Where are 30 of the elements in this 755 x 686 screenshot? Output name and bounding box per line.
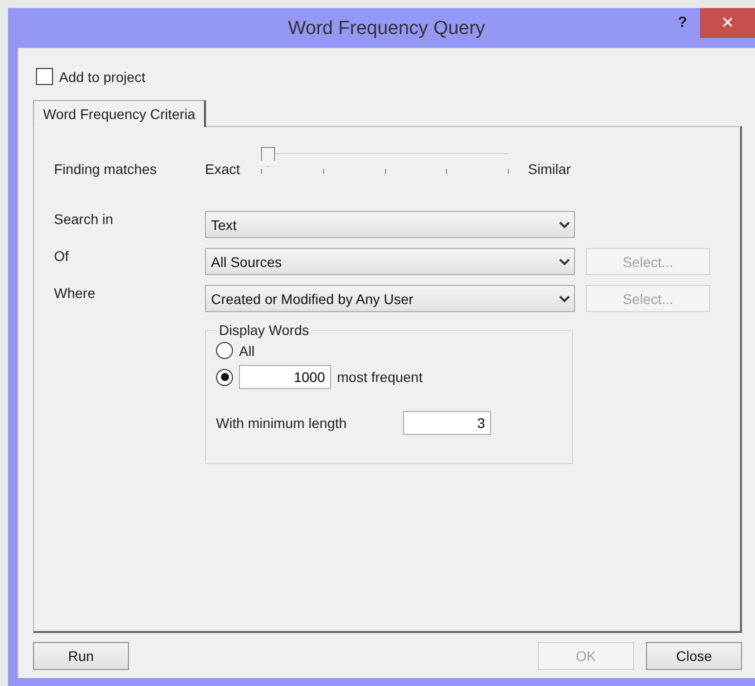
slider-max-label: Similar xyxy=(528,161,571,177)
radio-button[interactable] xyxy=(216,368,233,386)
tab[interactable]: Word Frequency Criteria xyxy=(33,100,206,127)
dropdown[interactable]: All Sources xyxy=(205,248,575,275)
slider-track[interactable] xyxy=(261,147,508,177)
option-label: All xyxy=(239,342,255,358)
group-title: Display Words xyxy=(218,322,310,338)
checkbox-label: Add to project xyxy=(59,68,146,84)
window-title: Word Frequency Query xyxy=(288,18,486,40)
dialog-button[interactable]: Close xyxy=(646,642,742,670)
min-length-input[interactable]: 3 xyxy=(403,411,491,435)
checkbox[interactable] xyxy=(36,68,53,85)
chevron-down-icon xyxy=(559,220,570,228)
dropdown[interactable]: Text xyxy=(205,211,575,238)
field-label: Of xyxy=(54,248,70,264)
slider-thumb[interactable] xyxy=(261,147,276,167)
count-input[interactable]: 1000 xyxy=(239,365,331,389)
field-label: Search in xyxy=(54,211,114,227)
field-label: Where xyxy=(54,285,96,301)
dropdown[interactable]: Created or Modified by Any User xyxy=(205,285,575,312)
help-button[interactable]: ? xyxy=(678,14,687,31)
slider-min-label: Exact xyxy=(205,161,240,177)
radio-button[interactable] xyxy=(216,342,233,359)
chevron-down-icon xyxy=(559,294,570,302)
field-label: Finding matches xyxy=(54,161,158,177)
option-label: most frequent xyxy=(337,369,423,385)
chevron-down-icon xyxy=(559,258,570,266)
close-button[interactable]: ✕ xyxy=(700,8,755,38)
dialog-button[interactable]: Run xyxy=(33,642,129,670)
field-label: With minimum length xyxy=(216,415,347,431)
